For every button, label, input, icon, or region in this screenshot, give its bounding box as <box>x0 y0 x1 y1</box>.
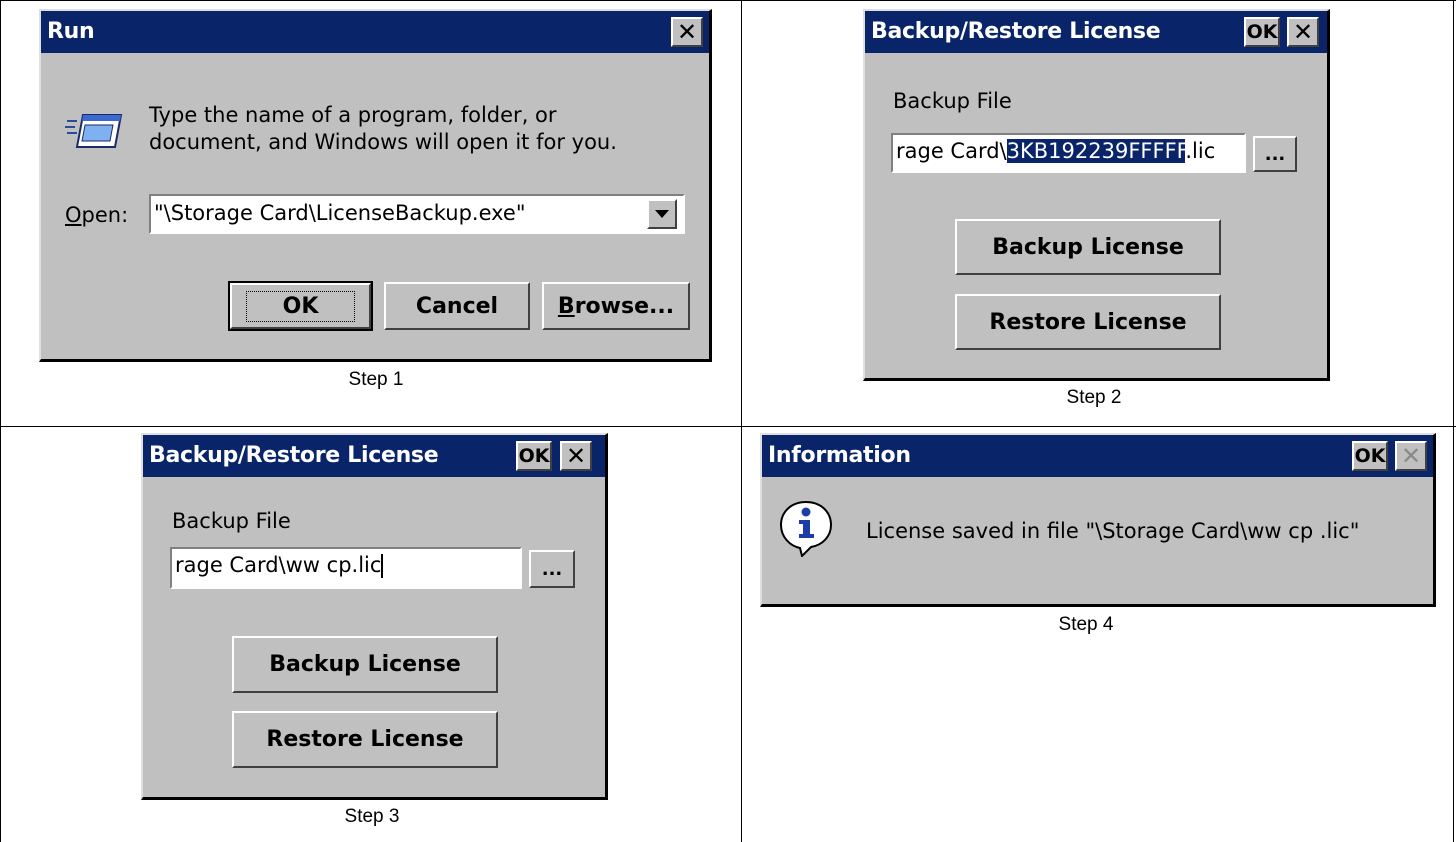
chevron-down-icon <box>655 210 669 218</box>
restore-license-label: Restore License <box>266 727 464 752</box>
backup-step3-close-button[interactable]: ✕ <box>560 441 592 471</box>
restore-license-label: Restore License <box>989 309 1187 335</box>
backup-step2-browse-label: ... <box>1264 143 1286 165</box>
close-icon: ✕ <box>1292 18 1314 46</box>
run-cancel-label: Cancel <box>415 293 499 319</box>
backup-file-input[interactable]: rage Card\ww cp.lic <box>170 547 522 589</box>
run-title: Run <box>47 19 95 44</box>
file-value-selected: 3KB192239FFFFF <box>1006 139 1186 163</box>
open-label-rest: pen: <box>81 203 129 227</box>
information-close-button[interactable]: ✕ <box>1395 441 1427 471</box>
backup-step3-ok-label: OK <box>518 445 550 467</box>
backup-file-label: Backup File <box>172 509 291 533</box>
run-description-line1: Type the name of a program, folder, or <box>149 103 557 127</box>
close-icon: ✕ <box>565 442 587 470</box>
backup-step2-ok-label: OK <box>1246 21 1278 43</box>
information-ok-button[interactable]: OK <box>1352 441 1388 471</box>
run-browse-label: Browse... <box>558 294 674 319</box>
backup-step2-close-button[interactable]: ✕ <box>1287 17 1319 47</box>
table-divider-horizontal <box>0 426 1456 427</box>
backup-file-input[interactable]: rage Card\3KB192239FFFFF.lic <box>891 133 1246 173</box>
backup-step3-title: Backup/Restore License <box>149 443 439 468</box>
file-value-after: .lic <box>1185 139 1216 163</box>
table-border-right <box>1453 0 1454 842</box>
backup-license-button[interactable]: Backup License <box>955 219 1221 275</box>
backup-step3-browse-button[interactable]: ... <box>529 550 575 588</box>
backup-license-label: Backup License <box>269 652 461 677</box>
backup-step2-title: Backup/Restore License <box>871 19 1161 44</box>
backup-step2-titlebar[interactable]: Backup/Restore License OK ✕ <box>865 11 1327 53</box>
backup-step3-titlebar[interactable]: Backup/Restore License OK ✕ <box>143 435 605 477</box>
browse-accelerator: B <box>557 293 575 319</box>
file-value-before: rage Card\ <box>896 139 1007 163</box>
backup-license-button[interactable]: Backup License <box>232 636 498 693</box>
information-title: Information <box>768 443 911 468</box>
restore-license-button[interactable]: Restore License <box>955 294 1221 350</box>
backup-step3-browse-label: ... <box>541 558 563 580</box>
open-dropdown-button[interactable] <box>647 199 677 229</box>
caption-step4: Step 4 <box>1058 614 1114 635</box>
backup-dialog-step2: Backup/Restore License OK ✕ Backup File … <box>863 9 1330 381</box>
open-combobox-input[interactable]: "\Storage Card\LicenseBackup.exe" <box>149 194 685 234</box>
information-icon <box>778 499 834 558</box>
table-border-left <box>0 0 1 842</box>
information-message: License saved in file "\Storage Card\ww … <box>866 519 1360 543</box>
backup-file-label: Backup File <box>893 89 1012 113</box>
run-titlebar[interactable]: Run ✕ <box>41 11 709 53</box>
close-icon: ✕ <box>1400 442 1422 470</box>
table-divider-vertical <box>741 0 742 842</box>
caption-step1: Step 1 <box>348 369 404 390</box>
backup-dialog-step3: Backup/Restore License OK ✕ Backup File … <box>141 433 608 800</box>
run-program-icon <box>65 111 123 153</box>
backup-step2-browse-button[interactable]: ... <box>1253 136 1297 172</box>
restore-license-button[interactable]: Restore License <box>232 711 498 768</box>
open-label-accelerator: O <box>65 203 82 227</box>
caption-step2: Step 2 <box>1066 387 1122 408</box>
caption-step3: Step 3 <box>344 806 400 827</box>
information-ok-label: OK <box>1354 445 1386 467</box>
close-icon: ✕ <box>676 18 698 46</box>
file-value: rage Card\ww cp.lic <box>175 553 382 577</box>
backup-license-label: Backup License <box>992 234 1184 260</box>
run-ok-label: OK <box>245 290 356 322</box>
run-cancel-button[interactable]: Cancel <box>384 282 530 330</box>
run-ok-button[interactable]: OK <box>228 281 373 331</box>
information-dialog: Information OK ✕ License saved in file "… <box>760 433 1436 607</box>
information-titlebar[interactable]: Information OK ✕ <box>762 435 1433 477</box>
run-browse-button[interactable]: Browse... <box>542 282 690 330</box>
backup-step2-ok-button[interactable]: OK <box>1244 17 1280 47</box>
text-caret <box>381 554 384 578</box>
browse-label-rest: rowse... <box>574 293 675 319</box>
run-dialog: Run ✕ Type the name of a program, folder… <box>39 9 712 362</box>
table-border-top <box>0 0 1456 1</box>
open-value: "\Storage Card\LicenseBackup.exe" <box>154 201 526 225</box>
backup-step3-ok-button[interactable]: OK <box>516 441 552 471</box>
open-label: Open: <box>65 203 128 227</box>
run-close-button[interactable]: ✕ <box>671 17 703 47</box>
run-description-line2: document, and Windows will open it for y… <box>149 130 617 154</box>
